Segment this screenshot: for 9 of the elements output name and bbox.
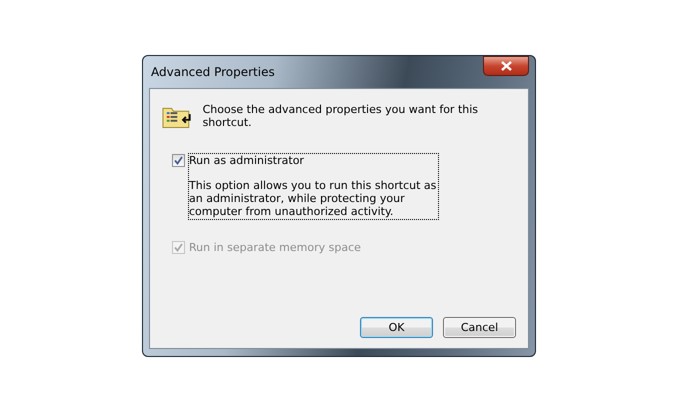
- option-description: This option allows you to run this shortcut as an administrator, while protecting your computer from unauthorized activity.: [189, 179, 437, 218]
- cancel-button[interactable]: Cancel: [443, 317, 516, 338]
- window-title: Advanced Properties: [150, 65, 275, 79]
- close-icon: [500, 61, 512, 71]
- ok-button[interactable]: OK: [360, 317, 433, 338]
- header-text: Choose the advanced properties you want for this shortcut.: [202, 103, 480, 129]
- checkbox[interactable]: [172, 154, 185, 167]
- close-button[interactable]: [483, 56, 529, 76]
- checkbox-label[interactable]: Run as administrator: [189, 154, 437, 167]
